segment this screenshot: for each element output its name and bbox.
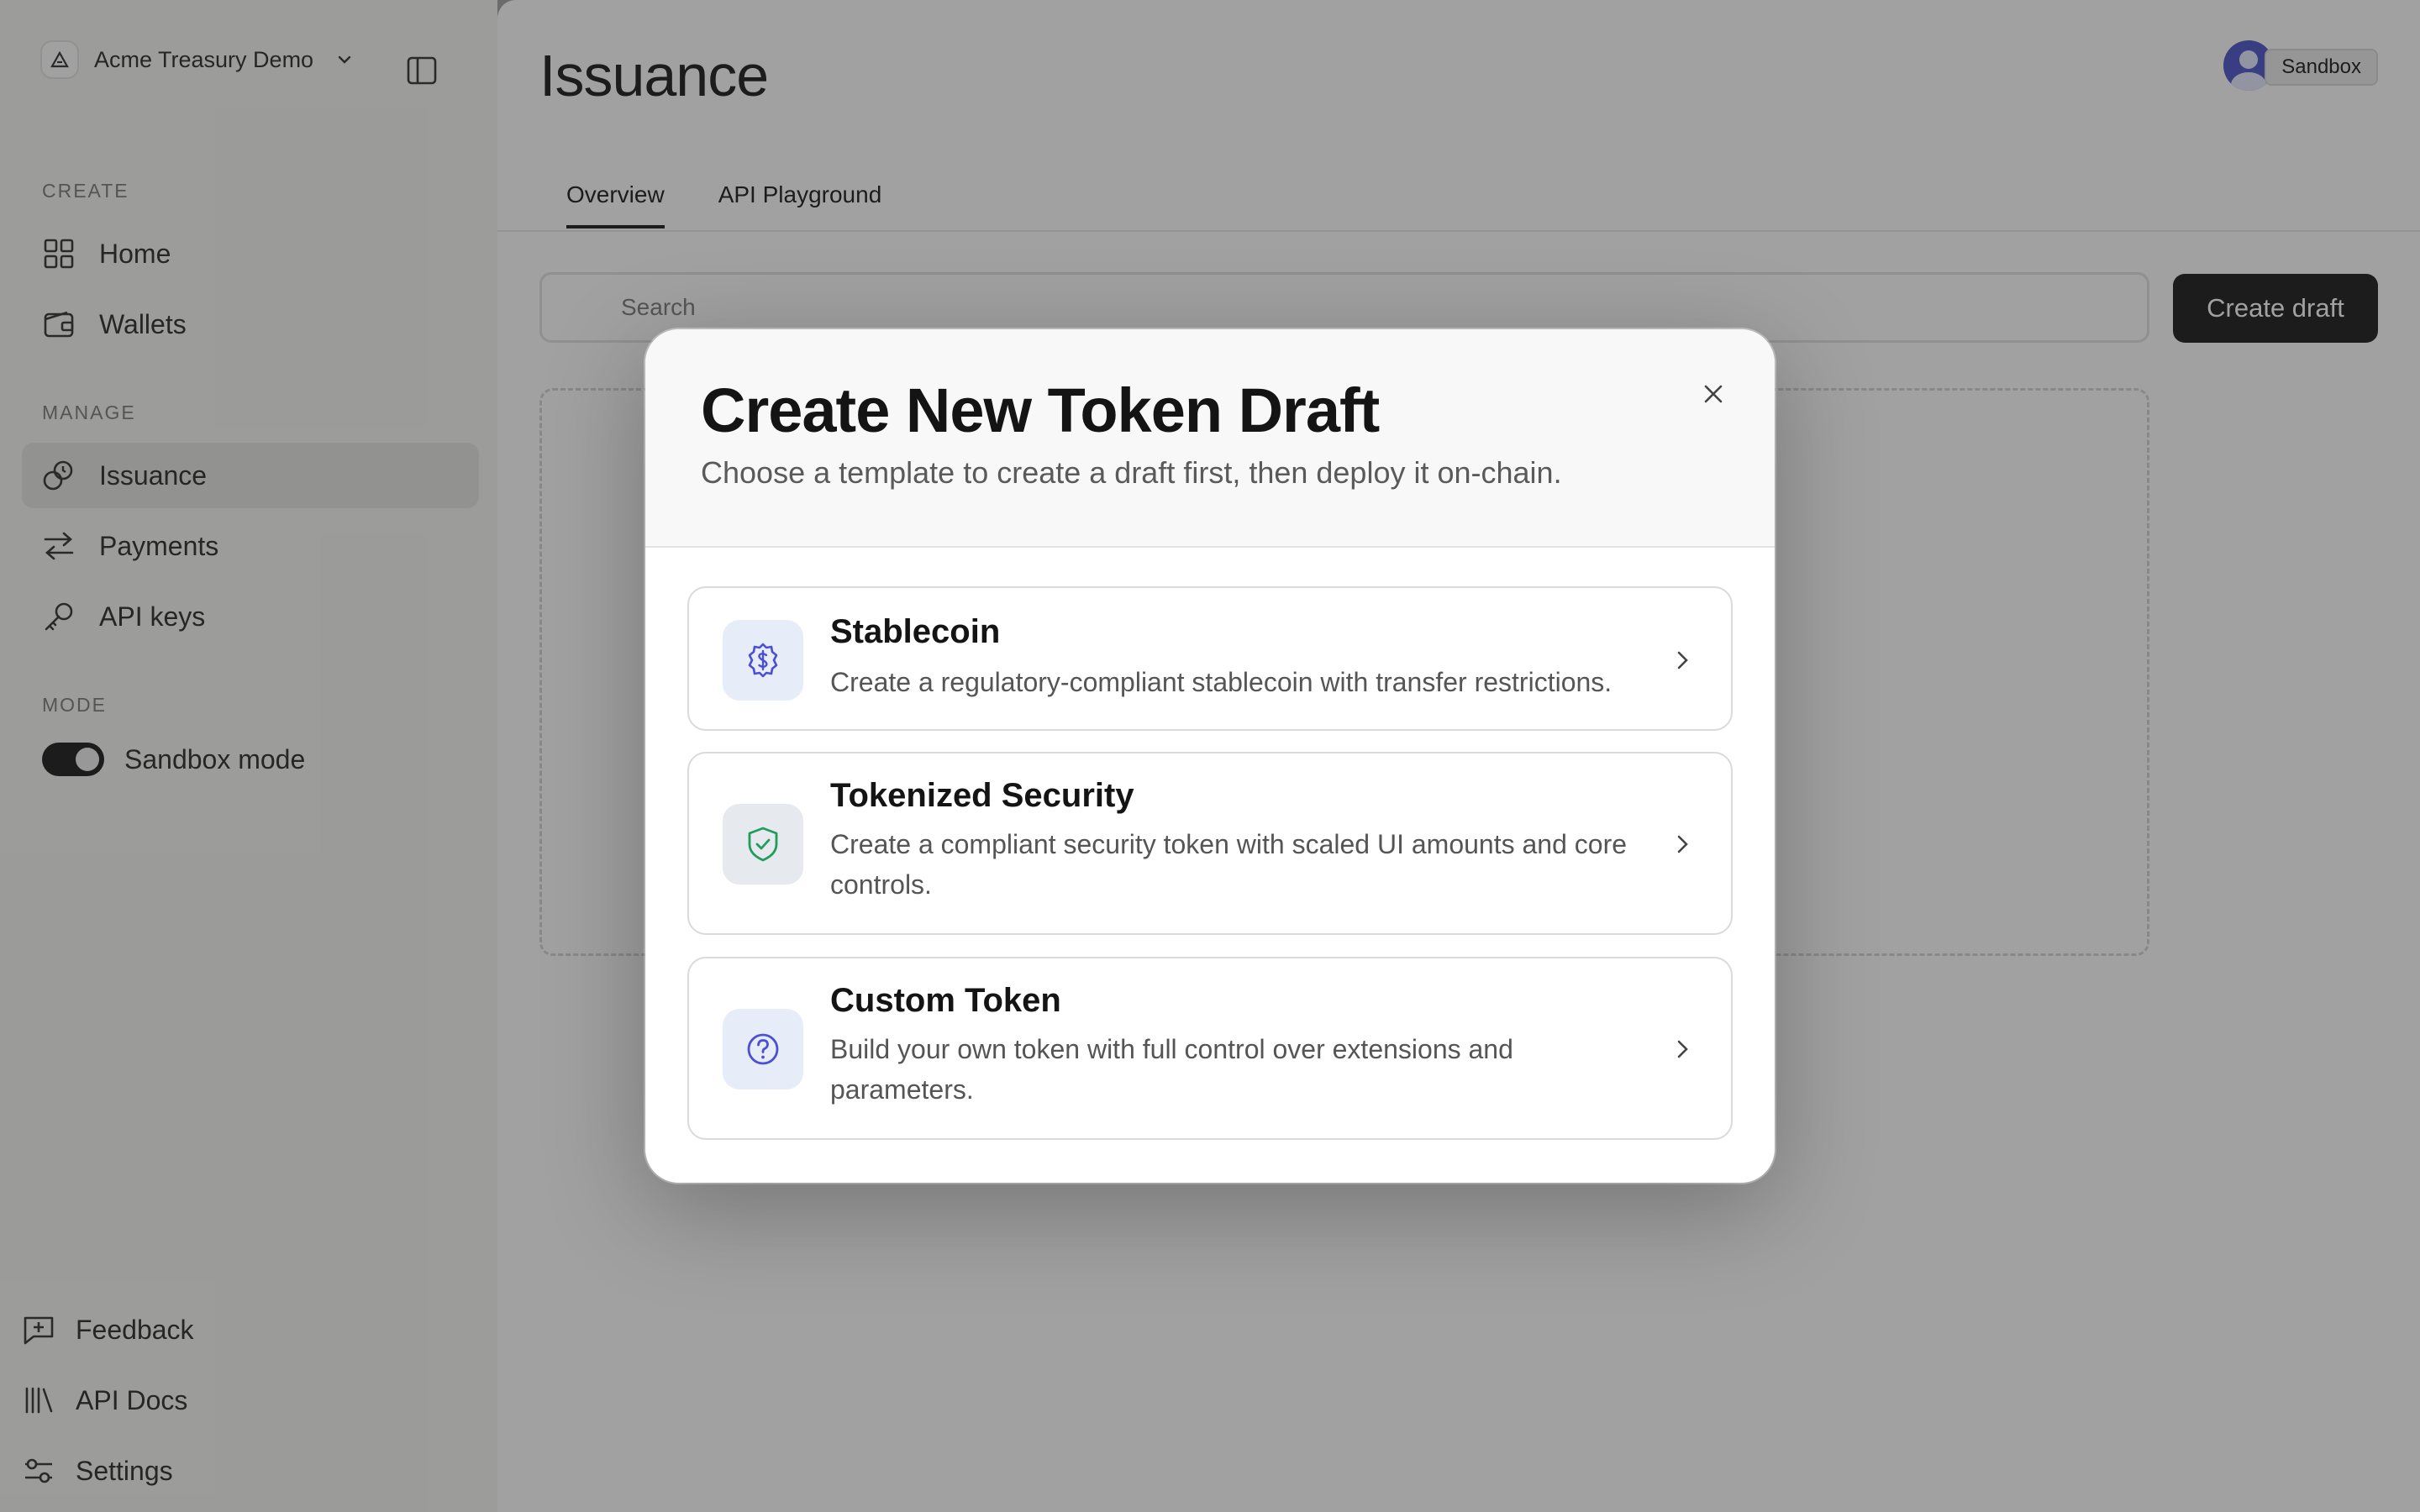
option-description: Create a compliant security token with s… xyxy=(830,829,1628,900)
option-description: Build your own token with full control o… xyxy=(830,1034,1513,1105)
chevron-right-icon xyxy=(1677,651,1688,669)
chevron-right-icon xyxy=(1677,835,1688,853)
template-option-custom-token[interactable]: Custom Token Build your own token with f… xyxy=(687,957,1733,1140)
template-option-stablecoin[interactable]: Stablecoin Create a regulatory-compliant… xyxy=(687,586,1733,731)
option-title: Tokenized Security xyxy=(830,777,1134,814)
option-description: Create a regulatory-compliant stablecoin… xyxy=(830,667,1612,697)
close-icon[interactable] xyxy=(1692,373,1734,415)
modal-title: Create New Token Draft xyxy=(701,375,1380,445)
question-circle-icon xyxy=(723,1009,803,1089)
shield-check-icon xyxy=(723,804,803,885)
option-title: Custom Token xyxy=(830,982,1061,1019)
option-title: Stablecoin xyxy=(830,613,1001,650)
template-option-tokenized-security[interactable]: Tokenized Security Create a compliant se… xyxy=(687,752,1733,935)
dollar-badge-icon xyxy=(723,620,803,701)
modal-subtitle: Choose a template to create a draft firs… xyxy=(701,455,1562,490)
modal-header: Create New Token Draft Choose a template… xyxy=(645,329,1775,548)
chevron-right-icon xyxy=(1677,1040,1688,1058)
create-token-modal: Create New Token Draft Choose a template… xyxy=(645,329,1775,1183)
